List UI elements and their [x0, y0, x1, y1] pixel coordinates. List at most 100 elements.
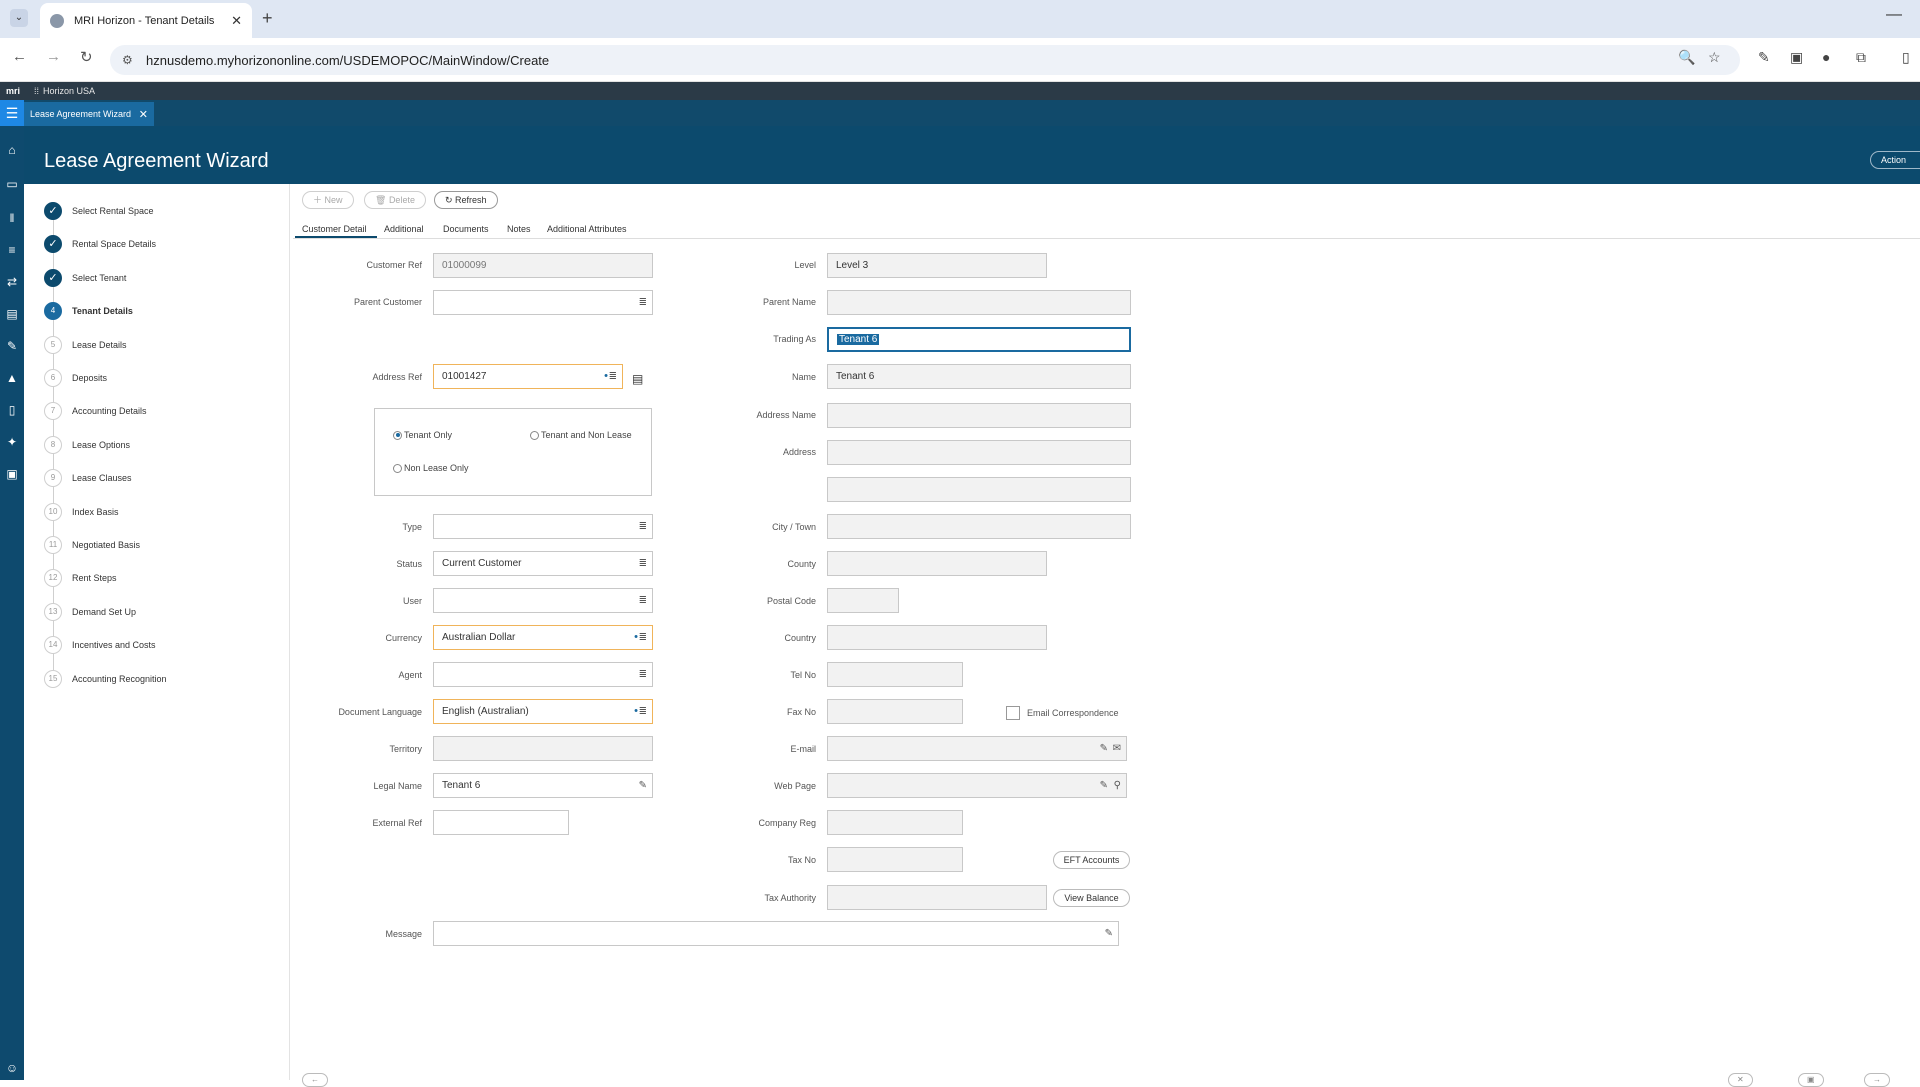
city-town-field[interactable] [827, 514, 1131, 539]
refresh-button[interactable]: ↻ Refresh [434, 191, 498, 209]
address-ref-field[interactable]: 01001427 • ≣ [433, 364, 623, 389]
site-info-icon[interactable]: ⚙ [122, 53, 133, 67]
ledger-icon[interactable]: ▤ [4, 306, 20, 322]
edit-icon[interactable]: ✎ [1100, 737, 1108, 760]
company-reg-field[interactable] [827, 810, 963, 835]
view-balance-button[interactable]: View Balance [1053, 889, 1130, 907]
address-bar[interactable]: ⚙ hznusdemo.myhorizononline.com/USDEMOPO… [110, 45, 1740, 75]
chart-icon[interactable]: ▲ [4, 370, 20, 386]
legal-name-field[interactable]: Tenant 6 ✎ [433, 773, 653, 798]
wizard-step[interactable]: 9 Lease Clauses [44, 469, 132, 488]
web-page-field[interactable]: ✎ ⚲ [827, 773, 1127, 798]
wizard-step[interactable]: ✓ Select Rental Space [44, 202, 154, 220]
address-line1-field[interactable] [827, 440, 1131, 465]
radio-tenant-only[interactable]: Tenant Only [393, 430, 452, 440]
apps-grid-icon[interactable]: ⁞⁞ [34, 86, 39, 96]
cancel-button[interactable]: ✕ [1728, 1073, 1753, 1087]
edit-icon[interactable]: ✎ [1100, 774, 1108, 797]
level-field[interactable]: Level 3 [827, 253, 1047, 278]
lookup-icon[interactable]: ≣ [639, 663, 647, 686]
window-tab[interactable]: Lease Agreement Wizard ✕ [24, 102, 154, 126]
brush-icon[interactable]: ✎ [4, 338, 20, 354]
tax-authority-field[interactable] [827, 885, 1047, 910]
country-field[interactable] [827, 625, 1047, 650]
actions-button[interactable]: Action [1870, 151, 1920, 169]
mail-icon[interactable]: ✉ [1113, 737, 1121, 760]
user-icon[interactable]: ☺ [4, 1060, 20, 1076]
delete-button[interactable]: 🗑 Delete [364, 191, 426, 209]
reload-icon[interactable]: ↻ [80, 48, 93, 66]
type-field[interactable]: ≣ [433, 514, 653, 539]
next-button[interactable]: → [1864, 1073, 1890, 1087]
edit-icon[interactable]: ✎ [1105, 922, 1113, 945]
wrench-icon[interactable]: ✦ [4, 434, 20, 450]
lookup-icon[interactable]: ≣ [639, 291, 647, 314]
wizard-step[interactable]: 8 Lease Options [44, 435, 130, 454]
wizard-step[interactable]: 13 Demand Set Up [44, 602, 136, 621]
wizard-step[interactable]: 11 Negotiated Basis [44, 536, 140, 554]
status-field[interactable]: Current Customer ≣ [433, 551, 653, 576]
zoom-icon[interactable]: 🔍 [1678, 49, 1695, 66]
tab-documents[interactable]: Documents [443, 224, 489, 234]
box-icon[interactable]: ▣ [4, 466, 20, 482]
new-button[interactable]: ＋ New [302, 191, 354, 209]
tab-search-icon[interactable]: ⌄ [10, 9, 28, 27]
lookup-icon[interactable]: ≣ [639, 589, 647, 612]
save-button[interactable]: ▣ [1798, 1073, 1824, 1087]
wizard-step[interactable]: ✓ Select Tenant [44, 268, 126, 287]
wizard-step[interactable]: 12 Rent Steps [44, 569, 117, 588]
previous-button[interactable]: ← [302, 1073, 328, 1087]
parent-customer-field[interactable]: ≣ [433, 290, 653, 315]
trading-as-input[interactable]: Tenant 6 [827, 327, 1131, 352]
wizard-step[interactable]: 10 Index Basis [44, 502, 119, 521]
browser-tab[interactable]: MRI Horizon - Tenant Details ✕ [40, 3, 252, 38]
bookmark-star-icon[interactable]: ☆ [1708, 49, 1721, 66]
tab-customer-detail[interactable]: Customer Detail [302, 224, 367, 234]
lookup-icon[interactable]: ≣ [639, 626, 647, 649]
wizard-step[interactable]: 5 Lease Details [44, 335, 127, 354]
monitor-icon[interactable]: ▭ [4, 176, 20, 192]
radio-non-lease-only[interactable]: Non Lease Only [393, 463, 469, 473]
database-icon[interactable]: ≡ [4, 242, 20, 258]
currency-field[interactable]: Australian Dollar • ≣ [433, 625, 653, 650]
workspace-name[interactable]: Horizon USA [43, 86, 95, 96]
hamburger-menu-icon[interactable]: ☰ [0, 100, 24, 126]
puzzle-icon[interactable]: ⧉ [1856, 49, 1866, 66]
county-field[interactable] [827, 551, 1047, 576]
lookup-icon[interactable]: ≣ [639, 552, 647, 575]
territory-field[interactable] [433, 736, 653, 761]
address-card-icon[interactable]: ▤ [632, 372, 643, 386]
edit-icon[interactable]: ✎ [639, 774, 647, 797]
tab-additional-attributes[interactable]: Additional Attributes [547, 224, 627, 234]
lookup-icon[interactable]: ≣ [609, 365, 617, 388]
minimize-icon[interactable]: — [1886, 6, 1902, 24]
tax-no-field[interactable] [827, 847, 963, 872]
radio-tenant-and-non-lease[interactable]: Tenant and Non Lease [530, 430, 632, 440]
parent-name-field[interactable] [827, 290, 1131, 315]
email-correspondence-checkbox[interactable] [1006, 706, 1020, 720]
library-icon[interactable]: ‖ [4, 210, 20, 226]
close-icon[interactable]: ✕ [231, 13, 242, 29]
home-icon[interactable]: ⌂ [4, 142, 20, 158]
tab-additional[interactable]: Additional [384, 224, 424, 234]
eft-accounts-button[interactable]: EFT Accounts [1053, 851, 1130, 869]
user-field[interactable]: ≣ [433, 588, 653, 613]
profile-icon[interactable]: ● [1822, 49, 1830, 65]
fax-no-field[interactable] [827, 699, 963, 724]
close-icon[interactable]: ✕ [139, 108, 148, 121]
address-name-field[interactable] [827, 403, 1131, 428]
tab-notes[interactable]: Notes [507, 224, 531, 234]
wizard-step[interactable]: 4 Tenant Details [44, 302, 133, 321]
wizard-step[interactable]: ✓ Rental Space Details [44, 235, 156, 254]
back-icon[interactable]: ← [12, 48, 27, 65]
forward-icon[interactable]: → [46, 48, 61, 65]
external-ref-field[interactable] [433, 810, 569, 835]
address-line2-field[interactable] [827, 477, 1131, 502]
email-field[interactable]: ✎ ✉ [827, 736, 1127, 761]
agent-field[interactable]: ≣ [433, 662, 653, 687]
lookup-icon[interactable]: ≣ [639, 515, 647, 538]
wizard-step[interactable]: 15 Accounting Recognition [44, 669, 167, 688]
document-language-field[interactable]: English (Australian) • ≣ [433, 699, 653, 724]
side-panel-icon[interactable]: ▯ [1902, 49, 1910, 66]
extension-icon[interactable]: ✎ [1758, 49, 1770, 66]
